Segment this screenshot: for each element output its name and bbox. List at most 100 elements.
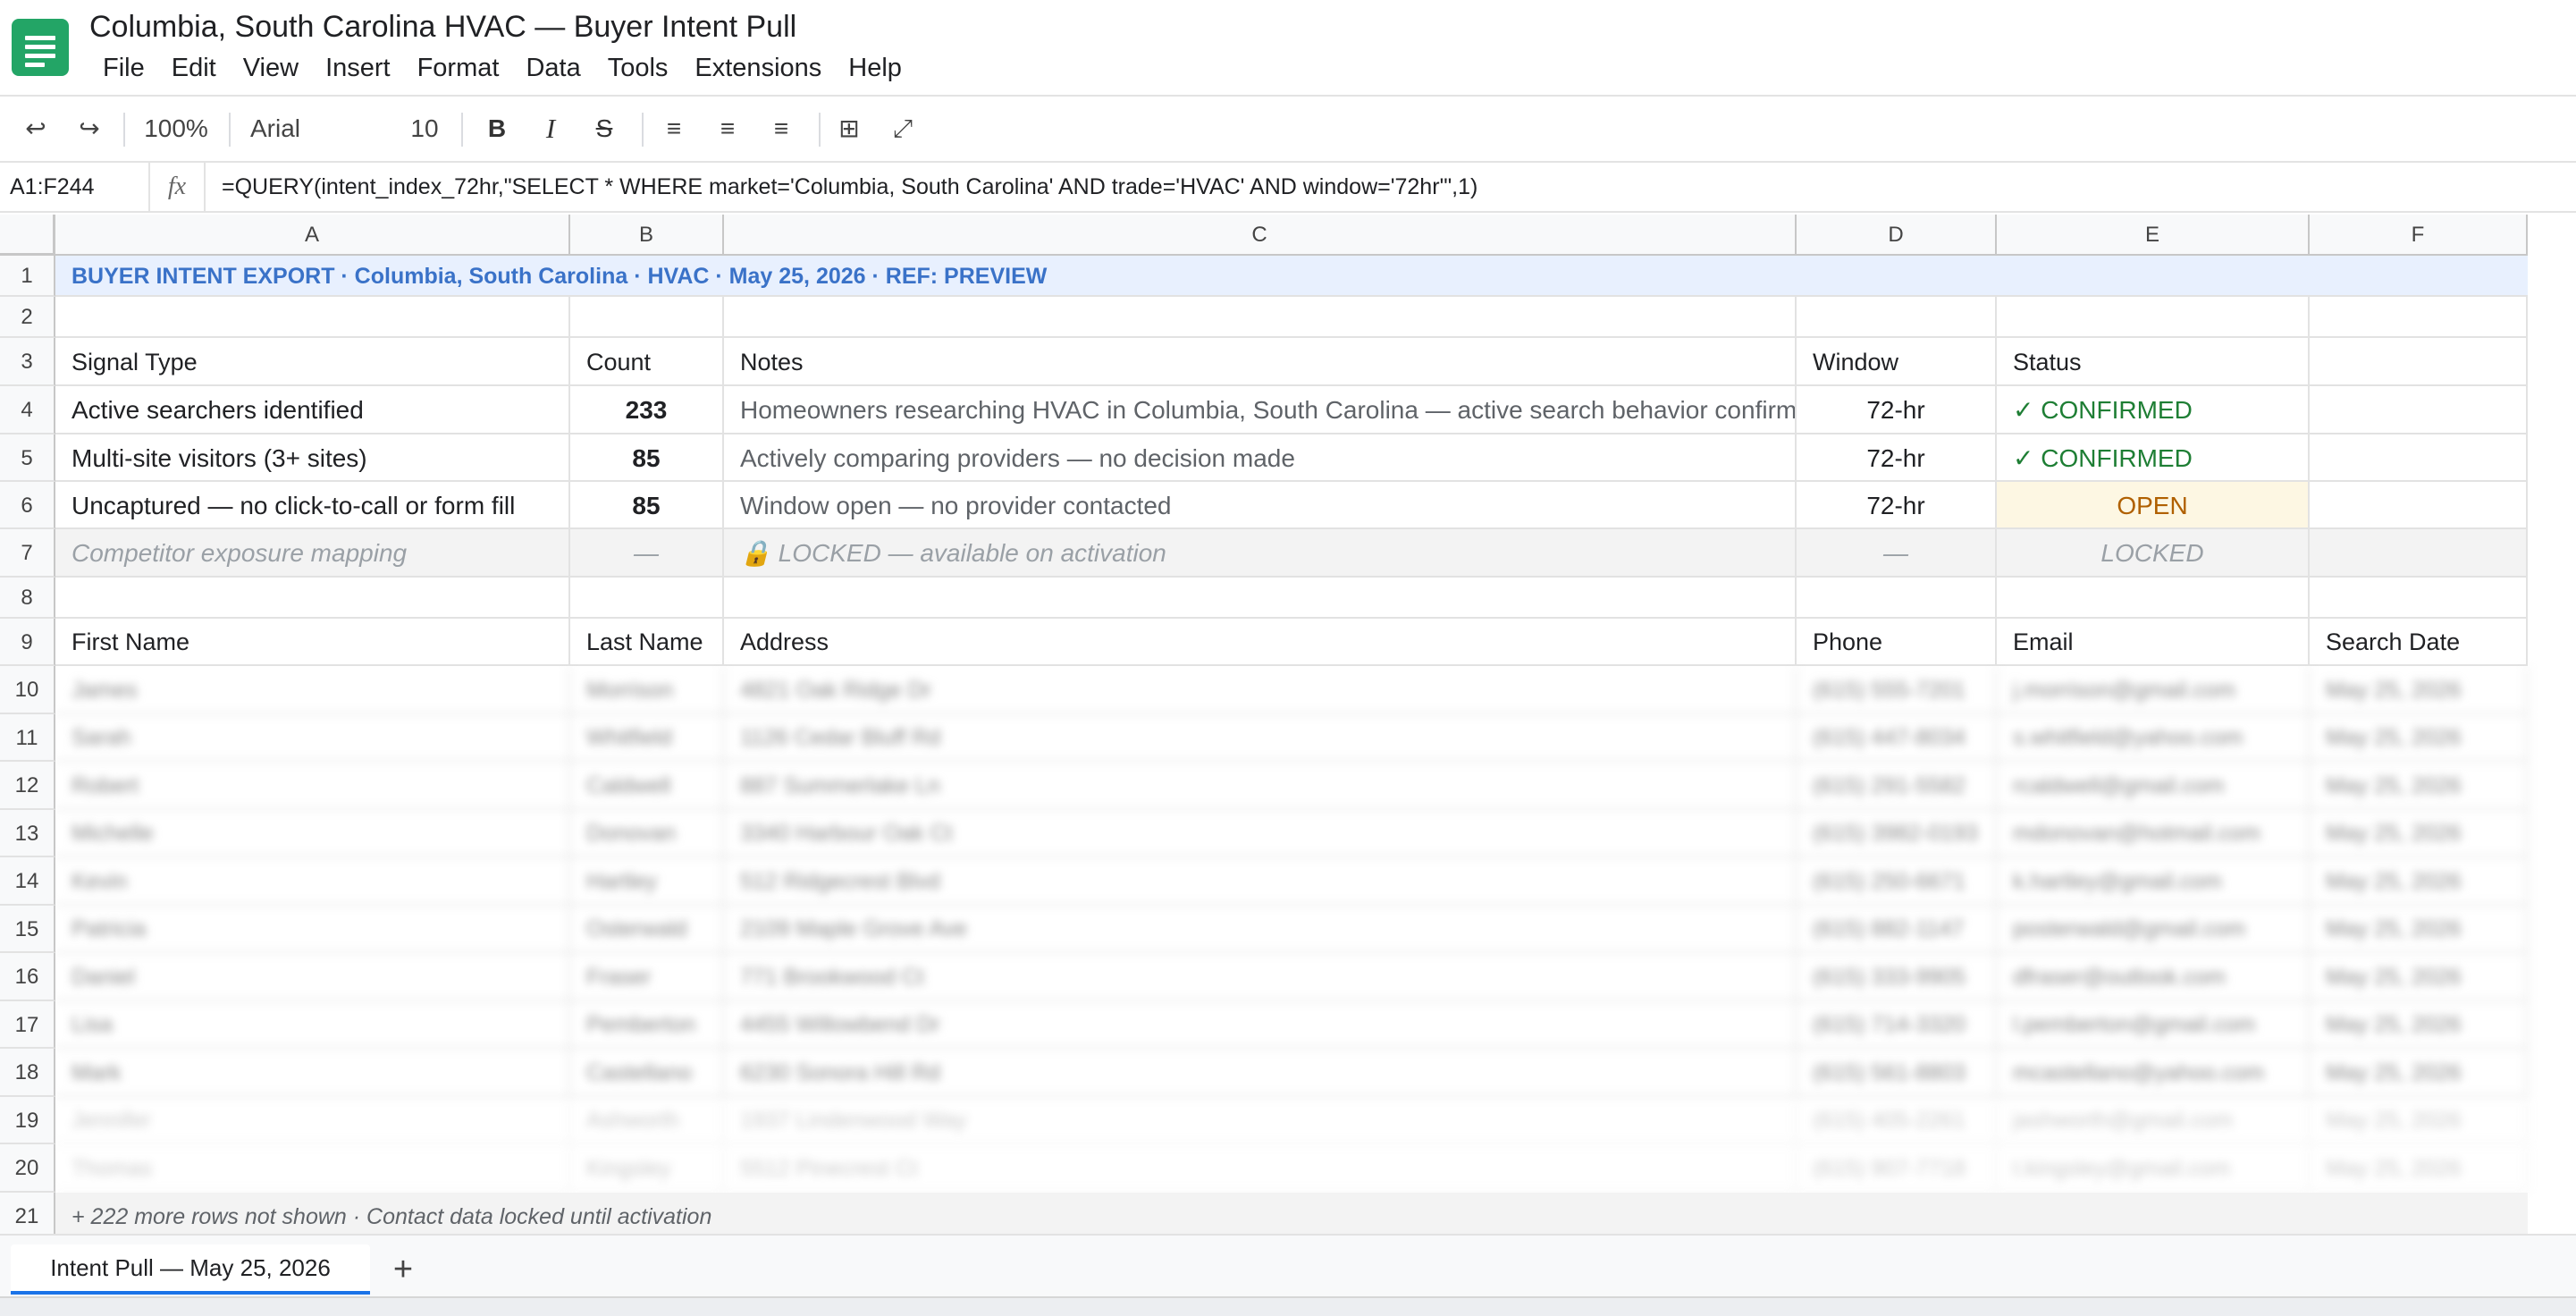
phone-cell[interactable]: (615) 561-8803 bbox=[1797, 1049, 1997, 1097]
signal-type-cell[interactable]: Uncaptured — no click-to-call or form fi… bbox=[55, 482, 570, 529]
email-header[interactable]: Email bbox=[1997, 619, 2310, 666]
last-name-header[interactable]: Last Name bbox=[570, 619, 724, 666]
align-right-icon[interactable]: ≡ bbox=[763, 97, 799, 161]
borders-icon[interactable]: ⊞ bbox=[831, 97, 867, 161]
last-name-cell[interactable]: Ashworth bbox=[570, 1097, 724, 1144]
count-cell[interactable]: 85 bbox=[570, 434, 724, 482]
row-header[interactable]: 15 bbox=[0, 906, 55, 953]
empty-cell[interactable] bbox=[570, 297, 724, 338]
first-name-cell[interactable]: Mark bbox=[55, 1049, 570, 1097]
menu-view[interactable]: View bbox=[230, 52, 312, 84]
empty-cell[interactable] bbox=[724, 297, 1797, 338]
address-cell[interactable]: 512 Ridgecrest Blvd bbox=[724, 857, 1797, 906]
horizontal-scrollbar[interactable] bbox=[0, 1296, 2576, 1316]
locked-notes-cell[interactable]: 🔒 LOCKED — available on activation bbox=[724, 529, 1797, 578]
row-header[interactable]: 6 bbox=[0, 482, 55, 529]
phone-cell[interactable]: (615) 3982-0193 bbox=[1797, 810, 1997, 857]
row-header[interactable]: 18 bbox=[0, 1049, 55, 1097]
count-cell[interactable]: 85 bbox=[570, 482, 724, 529]
email-cell[interactable]: dfraser@outlook.com bbox=[1997, 953, 2310, 1001]
first-name-cell[interactable]: Robert bbox=[55, 762, 570, 810]
column-header-f[interactable]: F bbox=[2310, 215, 2528, 256]
address-cell[interactable]: 887 Summerlake Ln bbox=[724, 762, 1797, 810]
email-cell[interactable]: k.hartley@gmail.com bbox=[1997, 857, 2310, 906]
email-cell[interactable]: posterwald@gmail.com bbox=[1997, 906, 2310, 953]
row-header[interactable]: 3 bbox=[0, 338, 55, 386]
menu-file[interactable]: File bbox=[89, 52, 158, 84]
email-cell[interactable]: mcastellano@yahoo.com bbox=[1997, 1049, 2310, 1097]
address-cell[interactable]: 1126 Cedar Bluff Rd bbox=[724, 714, 1797, 762]
name-box[interactable]: A1:F244 bbox=[0, 163, 150, 211]
first-name-cell[interactable]: Patricia bbox=[55, 906, 570, 953]
last-name-cell[interactable]: Caldwell bbox=[570, 762, 724, 810]
column-header-a[interactable]: A bbox=[55, 215, 570, 256]
export-banner[interactable]: BUYER INTENT EXPORT · Columbia, South Ca… bbox=[55, 256, 2528, 297]
empty-cell[interactable] bbox=[2310, 297, 2528, 338]
empty-cell[interactable] bbox=[2310, 434, 2528, 482]
first-name-cell[interactable]: Michelle bbox=[55, 810, 570, 857]
first-name-cell[interactable]: Jennifer bbox=[55, 1097, 570, 1144]
italic-button[interactable]: I bbox=[533, 97, 568, 161]
search-date-cell[interactable]: May 25, 2026 bbox=[2310, 857, 2528, 906]
empty-cell[interactable] bbox=[2310, 338, 2528, 386]
row-header[interactable]: 2 bbox=[0, 297, 55, 338]
address-header[interactable]: Address bbox=[724, 619, 1797, 666]
menu-insert[interactable]: Insert bbox=[312, 52, 404, 84]
menu-format[interactable]: Format bbox=[404, 52, 513, 84]
window-cell[interactable]: 72-hr bbox=[1797, 434, 1997, 482]
empty-cell[interactable] bbox=[55, 297, 570, 338]
status-header[interactable]: Status bbox=[1997, 338, 2310, 386]
notes-cell[interactable]: Homeowners researching HVAC in Columbia,… bbox=[724, 386, 1797, 434]
signal-type-cell[interactable]: Competitor exposure mapping bbox=[55, 529, 570, 578]
address-cell[interactable]: 771 Brookwood Ct bbox=[724, 953, 1797, 1001]
phone-cell[interactable]: (615) 333-9905 bbox=[1797, 953, 1997, 1001]
search-date-cell[interactable]: May 25, 2026 bbox=[2310, 1097, 2528, 1144]
email-cell[interactable]: rcaldwell@gmail.com bbox=[1997, 762, 2310, 810]
address-cell[interactable]: 4821 Oak Ridge Dr bbox=[724, 666, 1797, 714]
row-header[interactable]: 14 bbox=[0, 857, 55, 906]
empty-cell[interactable] bbox=[2310, 578, 2528, 619]
row-header[interactable]: 19 bbox=[0, 1097, 55, 1144]
window-cell[interactable]: — bbox=[1797, 529, 1997, 578]
column-header-d[interactable]: D bbox=[1797, 215, 1997, 256]
formula-input[interactable]: =QUERY(intent_index_72hr,"SELECT * WHERE… bbox=[222, 163, 1477, 211]
row-header[interactable]: 20 bbox=[0, 1144, 55, 1193]
window-cell[interactable]: 72-hr bbox=[1797, 386, 1997, 434]
empty-cell[interactable] bbox=[2310, 529, 2528, 578]
sheet-tab-intent-pull[interactable]: Intent Pull — May 25, 2026 bbox=[11, 1244, 370, 1295]
last-name-cell[interactable]: Kingsley bbox=[570, 1144, 724, 1193]
search-date-cell[interactable]: May 25, 2026 bbox=[2310, 953, 2528, 1001]
signal-type-cell[interactable]: Multi-site visitors (3+ sites) bbox=[55, 434, 570, 482]
first-name-header[interactable]: First Name bbox=[55, 619, 570, 666]
empty-cell[interactable] bbox=[724, 578, 1797, 619]
row-header[interactable]: 10 bbox=[0, 666, 55, 714]
menu-edit[interactable]: Edit bbox=[158, 52, 230, 84]
menu-extensions[interactable]: Extensions bbox=[681, 52, 835, 84]
status-badge[interactable]: LOCKED bbox=[1997, 529, 2310, 578]
signal-type-cell[interactable]: Active searchers identified bbox=[55, 386, 570, 434]
empty-cell[interactable] bbox=[2310, 386, 2528, 434]
email-cell[interactable]: j.morrison@gmail.com bbox=[1997, 666, 2310, 714]
redo-icon[interactable]: ↪ bbox=[70, 97, 109, 161]
address-cell[interactable]: 2109 Maple Grove Ave bbox=[724, 906, 1797, 953]
align-left-icon[interactable]: ≡ bbox=[656, 97, 692, 161]
row-header[interactable]: 8 bbox=[0, 578, 55, 619]
empty-cell[interactable] bbox=[2310, 482, 2528, 529]
first-name-cell[interactable]: Thomas bbox=[55, 1144, 570, 1193]
column-header-c[interactable]: C bbox=[724, 215, 1797, 256]
search-date-cell[interactable]: May 25, 2026 bbox=[2310, 906, 2528, 953]
phone-cell[interactable]: (615) 555-7201 bbox=[1797, 666, 1997, 714]
email-cell[interactable]: jashworth@gmail.com bbox=[1997, 1097, 2310, 1144]
phone-cell[interactable]: (615) 405-2261 bbox=[1797, 1097, 1997, 1144]
align-center-icon[interactable]: ≡ bbox=[710, 97, 745, 161]
zoom-select[interactable]: 100% bbox=[138, 97, 215, 161]
address-cell[interactable]: 6230 Sonora Hill Rd bbox=[724, 1049, 1797, 1097]
menu-help[interactable]: Help bbox=[835, 52, 915, 84]
search-date-cell[interactable]: May 25, 2026 bbox=[2310, 1049, 2528, 1097]
last-name-cell[interactable]: Donovan bbox=[570, 810, 724, 857]
phone-cell[interactable]: (615) 250-6671 bbox=[1797, 857, 1997, 906]
empty-cell[interactable] bbox=[1997, 297, 2310, 338]
signal-type-header[interactable]: Signal Type bbox=[55, 338, 570, 386]
notes-cell[interactable]: Actively comparing providers — no decisi… bbox=[724, 434, 1797, 482]
search-date-cell[interactable]: May 25, 2026 bbox=[2310, 666, 2528, 714]
